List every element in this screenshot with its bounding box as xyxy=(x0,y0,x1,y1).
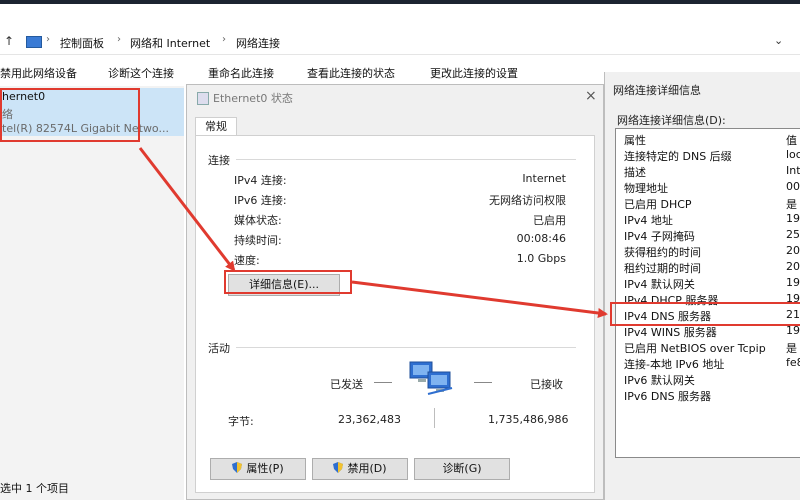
sent-label: 已发送 xyxy=(330,378,363,391)
table-row[interactable]: IPv6 默认网关 xyxy=(616,371,800,387)
speed-label: 速度: xyxy=(234,254,260,267)
table-row[interactable]: 租约过期的时间202 xyxy=(616,259,800,275)
breadcrumb-separator-icon: › xyxy=(222,34,226,45)
received-label: 已接收 xyxy=(530,378,563,391)
section-divider xyxy=(236,347,576,348)
bytes-sent-value: 23,362,483 xyxy=(338,413,401,426)
ipv4-connectivity-label: IPv4 连接: xyxy=(234,174,287,187)
details-list[interactable]: 属性 值 连接特定的 DNS 后缀loc 描述Inte 物理地址00- 已启用 … xyxy=(615,128,800,458)
media-state-value: 已启用 xyxy=(533,214,566,227)
table-row[interactable]: 物理地址00- xyxy=(616,179,800,195)
ipv4-connectivity-value: Internet xyxy=(522,172,566,185)
breadcrumb-separator-icon: › xyxy=(117,34,121,45)
ipv6-connectivity-label: IPv6 连接: xyxy=(234,194,287,207)
table-row[interactable]: IPv4 默认网关192 xyxy=(616,275,800,291)
details-list-header: 属性 值 xyxy=(616,131,800,147)
bytes-divider xyxy=(434,408,435,428)
disable-device-button[interactable]: 禁用此网络设备 xyxy=(0,65,77,81)
status-bar-text: 选中 1 个项目 xyxy=(0,482,69,495)
duration-label: 持续时间: xyxy=(234,234,282,247)
breadcrumb-network-internet[interactable]: 网络和 Internet xyxy=(130,35,210,51)
table-row[interactable]: 已启用 DHCP 是 xyxy=(616,195,800,211)
connection-section-title: 连接 xyxy=(208,154,230,167)
duration-value: 00:08:46 xyxy=(516,232,566,245)
sent-line xyxy=(374,382,392,383)
breadcrumb-separator-icon: › xyxy=(46,34,50,45)
general-tab-panel: 连接 IPv4 连接: Internet IPv6 连接: 无网络访问权限 媒体… xyxy=(195,135,595,493)
table-row[interactable]: IPv4 子网掩码255 xyxy=(616,227,800,243)
bytes-label: 字节: xyxy=(228,415,254,428)
activity-section-title: 活动 xyxy=(208,342,230,355)
table-row[interactable]: 获得租约的时间202 xyxy=(616,243,800,259)
disable-button-label: 禁用(D) xyxy=(347,462,387,475)
computer-icon xyxy=(26,36,42,48)
details-window-title: 网络连接详细信息 xyxy=(613,84,701,97)
annotation-box-dns-server xyxy=(610,302,800,326)
diagnose-connection-button[interactable]: 诊断这个连接 xyxy=(108,65,174,81)
table-row[interactable]: 连接特定的 DNS 后缀loc xyxy=(616,147,800,163)
properties-button[interactable]: 属性(P) xyxy=(210,458,306,480)
uac-shield-icon xyxy=(333,462,344,473)
breadcrumb-network-connections[interactable]: 网络连接 xyxy=(236,35,280,51)
diagnose-button[interactable]: 诊断(G) xyxy=(414,458,510,480)
view-status-button[interactable]: 查看此连接的状态 xyxy=(307,65,395,81)
table-row[interactable]: 已启用 NetBIOS over Tcpip 是 xyxy=(616,339,800,355)
property-column-header[interactable]: 属性 xyxy=(624,132,646,148)
details-list-label: 网络连接详细信息(D): xyxy=(617,114,726,127)
section-divider xyxy=(236,159,576,160)
annotation-box-details-button xyxy=(224,270,352,294)
value-column-header[interactable]: 值 xyxy=(786,132,797,148)
uac-shield-icon xyxy=(232,462,243,473)
rename-connection-button[interactable]: 重命名此连接 xyxy=(208,65,274,81)
tab-general[interactable]: 常规 xyxy=(195,117,237,136)
table-row[interactable]: IPv6 DNS 服务器 xyxy=(616,387,800,403)
network-computers-icon xyxy=(409,361,453,395)
bytes-received-value: 1,735,486,986 xyxy=(488,413,569,426)
network-details-window: 网络连接详细信息 网络连接详细信息(D): 属性 值 连接特定的 DNS 后缀 l… xyxy=(604,72,800,500)
received-line xyxy=(474,382,492,383)
address-bar[interactable]: ↑ › 控制面板 › 网络和 Internet › 网络连接 ⌄ xyxy=(0,30,800,55)
close-icon[interactable]: × xyxy=(585,88,597,104)
table-row[interactable]: IPv4 地址192 xyxy=(616,211,800,227)
properties-button-label: 属性(P) xyxy=(246,462,284,475)
dialog-title: Ethernet0 状态 xyxy=(213,92,293,105)
table-row[interactable]: 描述Inte xyxy=(616,163,800,179)
change-settings-button[interactable]: 更改此连接的设置 xyxy=(430,65,518,81)
chevron-down-icon[interactable]: ⌄ xyxy=(774,34,783,47)
annotation-box-adapter xyxy=(0,88,140,142)
connections-list: hernet0 络 tel(R) 82574L Gigabit Netwo... xyxy=(0,86,184,500)
arrow-up-icon[interactable]: ↑ xyxy=(4,34,14,48)
breadcrumb-control-panel[interactable]: 控制面板 xyxy=(60,35,104,51)
table-row[interactable]: 连接-本地 IPv6 地址fe8 xyxy=(616,355,800,371)
title-bar-strip xyxy=(0,0,800,4)
network-adapter-icon xyxy=(197,92,209,105)
ipv6-connectivity-value: 无网络访问权限 xyxy=(489,194,566,207)
media-state-label: 媒体状态: xyxy=(234,214,282,227)
speed-value: 1.0 Gbps xyxy=(516,252,566,265)
disable-button[interactable]: 禁用(D) xyxy=(312,458,408,480)
